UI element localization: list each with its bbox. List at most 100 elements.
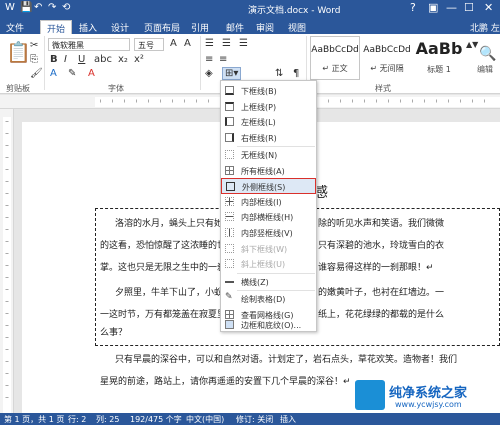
tab-insert[interactable]: 插入 — [73, 20, 103, 34]
menu-item-inside-horizontal[interactable]: 内部横框线(H) — [221, 209, 316, 225]
highlight-icon[interactable]: ✎ — [68, 68, 76, 79]
edit-group-label[interactable]: 编辑 — [477, 64, 493, 75]
menu-item-label: 内部框线(I) — [241, 197, 282, 207]
user-name[interactable]: 北鹏 左 — [470, 21, 500, 34]
style-name: ↵ 无间隔 — [370, 64, 404, 73]
strikethrough-icon[interactable]: abc — [94, 54, 112, 65]
underline-icon[interactable]: U — [78, 54, 85, 65]
align-center-icon[interactable]: ≡ — [219, 54, 227, 65]
minimize-icon[interactable]: — — [446, 1, 457, 14]
multilevel-icon[interactable]: ☰ — [239, 38, 248, 49]
menu-item-right-border[interactable]: 右框线(R) — [221, 130, 316, 146]
tab-mailings[interactable]: 邮件 — [220, 20, 250, 34]
repeat-icon[interactable]: ⟲ — [62, 2, 70, 13]
menu-item-inside-borders[interactable]: 内部框线(I) — [221, 194, 316, 210]
left-border-icon — [225, 117, 234, 127]
help-icon[interactable]: ? — [410, 1, 416, 14]
style-preview: AaBb — [415, 39, 463, 58]
font-name-select[interactable]: 微软雅黑 — [48, 38, 130, 51]
doc-line: 除的听见水声和笑语。我们微微 — [318, 219, 445, 229]
tab-file[interactable]: 文件 — [0, 18, 31, 34]
bullets-icon[interactable]: ☰ — [205, 38, 214, 49]
insert-mode[interactable]: 插入 — [280, 414, 296, 425]
tab-references[interactable]: 引用 — [185, 20, 215, 34]
bold-icon[interactable]: B — [50, 54, 58, 65]
tab-review[interactable]: 审阅 — [250, 20, 280, 34]
font-color-icon[interactable]: A — [88, 68, 95, 79]
pencil-icon: ✎ — [225, 292, 233, 302]
shrink-font-icon[interactable]: A — [184, 38, 191, 49]
all-borders-icon — [225, 165, 234, 175]
close-icon[interactable]: ✕ — [484, 1, 493, 14]
save-icon[interactable]: 💾 — [20, 2, 32, 13]
menu-item-inside-vertical[interactable]: 内部竖框线(V) — [221, 225, 316, 241]
paste-icon[interactable]: 📋 — [6, 40, 31, 64]
language[interactable]: 中文(中国) — [186, 414, 224, 425]
style-no-spacing[interactable]: AaBbCcDd ↵ 无间隔 — [362, 36, 412, 80]
find-icon[interactable]: 🔍 — [479, 46, 496, 62]
borders-button[interactable]: ⊞▾ — [222, 67, 242, 80]
sort-icon[interactable]: ⇅ — [275, 68, 283, 79]
subscript-icon[interactable]: x₂ — [118, 54, 128, 65]
tab-view[interactable]: 视图 — [282, 20, 312, 34]
group-divider — [44, 36, 45, 90]
maximize-icon[interactable]: ☐ — [464, 1, 474, 14]
style-preview: AaBbCcDd — [363, 45, 411, 55]
menu-item-diagonal-down[interactable]: 斜下框线(W) — [221, 241, 316, 257]
doc-line: 一这时节，万有都笼盖在寂夏里， — [100, 310, 220, 320]
menu-item-diagonal-up[interactable]: 斜上框线(U) — [221, 256, 316, 272]
numbering-icon[interactable]: ☰ — [222, 38, 231, 49]
doc-line: 谁容易得这样的一刹那眼！↵ — [318, 263, 434, 273]
doc-line: 掌。这也只是无限之生中的一刹那 — [100, 263, 220, 273]
inside-horizontal-icon — [225, 212, 234, 222]
diagonal-up-icon — [225, 259, 234, 269]
text-effects-icon[interactable]: A — [50, 68, 57, 79]
menu-item-borders-shading[interactable]: 边框和底纹(O)... — [221, 317, 316, 333]
ribbon-options-icon[interactable]: ▣ — [428, 1, 438, 14]
cut-icon[interactable]: ✂ — [30, 40, 38, 51]
style-normal[interactable]: AaBbCcDd ↵ 正文 — [310, 36, 360, 80]
menu-item-left-border[interactable]: 左框线(L) — [221, 114, 316, 130]
menu-item-draw-table[interactable]: ✎ 绘制表格(D) — [221, 291, 316, 307]
vertical-ruler[interactable] — [0, 109, 14, 413]
menu-item-bottom-border[interactable]: 下框线(B) — [221, 83, 316, 99]
style-heading-1[interactable]: AaBb 标题 1 — [414, 36, 464, 80]
track-changes[interactable]: 修订: 关闭 — [236, 414, 273, 425]
diagonal-down-icon — [225, 243, 234, 253]
menu-item-label: 内部竖框线(V) — [241, 229, 293, 238]
horizontal-line-icon — [225, 277, 234, 283]
tab-layout[interactable]: 页面布局 — [138, 20, 186, 34]
menu-item-all-borders[interactable]: 所有框线(A) — [221, 163, 316, 179]
tab-design[interactable]: 设计 — [105, 20, 135, 34]
redo-icon[interactable]: ↷ — [48, 2, 56, 13]
menu-item-label: 斜上框线(U) — [241, 260, 286, 270]
page-count[interactable]: 第 1 页，共 1 页 — [4, 414, 64, 425]
menu-item-outside-borders[interactable]: 外侧框线(S) — [221, 178, 316, 194]
word-count[interactable]: 192/475 个字 — [130, 414, 182, 425]
menu-item-label: 边框和底纹(O)... — [241, 321, 302, 330]
styles-group-label: 样式 — [375, 84, 391, 93]
superscript-icon[interactable]: x² — [134, 54, 144, 65]
copy-icon[interactable]: ⎘ — [30, 54, 38, 65]
menu-item-top-border[interactable]: 上框线(P) — [221, 99, 316, 115]
menu-item-label: 左框线(L) — [241, 118, 276, 128]
inside-borders-icon — [225, 196, 234, 206]
show-marks-icon[interactable]: ¶ — [293, 68, 299, 79]
top-border-icon — [225, 101, 234, 111]
borders-dropdown-menu: 下框线(B) 上框线(P) 左框线(L) 右框线(R) 无框线(N) 所有框线(… — [220, 80, 317, 332]
shading-icon[interactable]: ◈ — [205, 68, 213, 79]
menu-item-horizontal-line[interactable]: 横线(Z) — [221, 274, 316, 290]
format-painter-icon[interactable]: 🖌 — [30, 68, 43, 79]
italic-icon[interactable]: I — [64, 54, 67, 65]
site-watermark: 纯净系统之家 www.ycwjsy.com — [355, 380, 497, 414]
menu-item-no-border[interactable]: 无框线(N) — [221, 147, 316, 163]
menu-item-label: 绘制表格(D) — [241, 295, 286, 304]
doc-line: 纸上，花花绿绿的都载的是什么 — [318, 310, 445, 320]
tab-home[interactable]: 开始 — [40, 20, 73, 35]
font-size-select[interactable]: 五号 — [134, 38, 164, 51]
styles-scroll-icon[interactable]: ▲▼ — [466, 40, 478, 49]
align-left-icon[interactable]: ≡ — [205, 54, 213, 65]
undo-icon[interactable]: ↶ — [34, 2, 42, 13]
grow-font-icon[interactable]: A — [170, 38, 177, 49]
style-name: 标题 1 — [427, 65, 451, 74]
